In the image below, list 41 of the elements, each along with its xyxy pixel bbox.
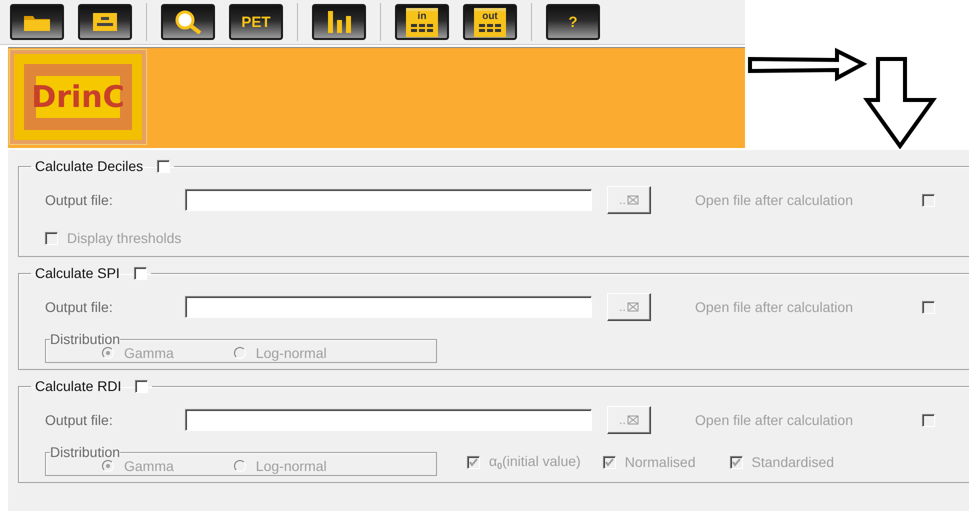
group-title: Distribution [50, 444, 120, 460]
envelope-icon [626, 302, 639, 312]
save-icon [91, 12, 119, 32]
section-title: Calculate RDI [35, 378, 122, 394]
envelope-icon [626, 195, 639, 205]
envelope-icon [626, 415, 639, 425]
checkbox-label: Open file after calculation [695, 412, 854, 428]
toolbar-button[interactable] [10, 4, 64, 40]
grid-icon [478, 22, 502, 32]
toolbar-button[interactable]: in [395, 4, 449, 40]
toolbar-button[interactable]: ? [546, 4, 600, 40]
search-icon [173, 10, 203, 34]
field-label: Output file: [45, 192, 114, 208]
checkbox-label: α$_{0}$(initial value) [489, 453, 581, 471]
toolbar-button[interactable] [78, 4, 132, 40]
checkbox[interactable] [157, 160, 170, 172]
toolbar-button[interactable] [312, 4, 366, 40]
output-file-field[interactable] [185, 296, 592, 318]
radio-label: Gamma [124, 458, 174, 474]
section-title: Calculate SPI [35, 265, 120, 281]
group-title: Distribution [50, 331, 120, 347]
radio-label: Log-normal [256, 344, 327, 360]
checkbox[interactable] [134, 266, 147, 280]
checkbox-label: Standardised [752, 454, 834, 470]
checkbox[interactable] [135, 380, 148, 392]
checkbox-label: Normalised [624, 454, 696, 470]
output-file-field[interactable] [185, 189, 592, 211]
field-label: Output file: [45, 412, 114, 428]
section-title: Calculate Deciles [35, 158, 144, 174]
radio-label: Gamma [124, 344, 174, 360]
checkbox-label: Display thresholds [67, 230, 182, 246]
checkbox-label: Open file after calculation [695, 299, 854, 315]
toolbar-button[interactable]: PET [229, 4, 283, 40]
output-file-field[interactable] [185, 409, 592, 431]
toolbar-button[interactable]: out [463, 4, 517, 40]
app-logo: DrinC [9, 49, 147, 145]
grid-icon [410, 22, 434, 32]
checkbox-label: Open file after calculation [695, 192, 854, 208]
radio-label: Log-normal [256, 458, 327, 474]
toolbar-button[interactable] [161, 4, 215, 40]
field-label: Output file: [45, 299, 114, 315]
